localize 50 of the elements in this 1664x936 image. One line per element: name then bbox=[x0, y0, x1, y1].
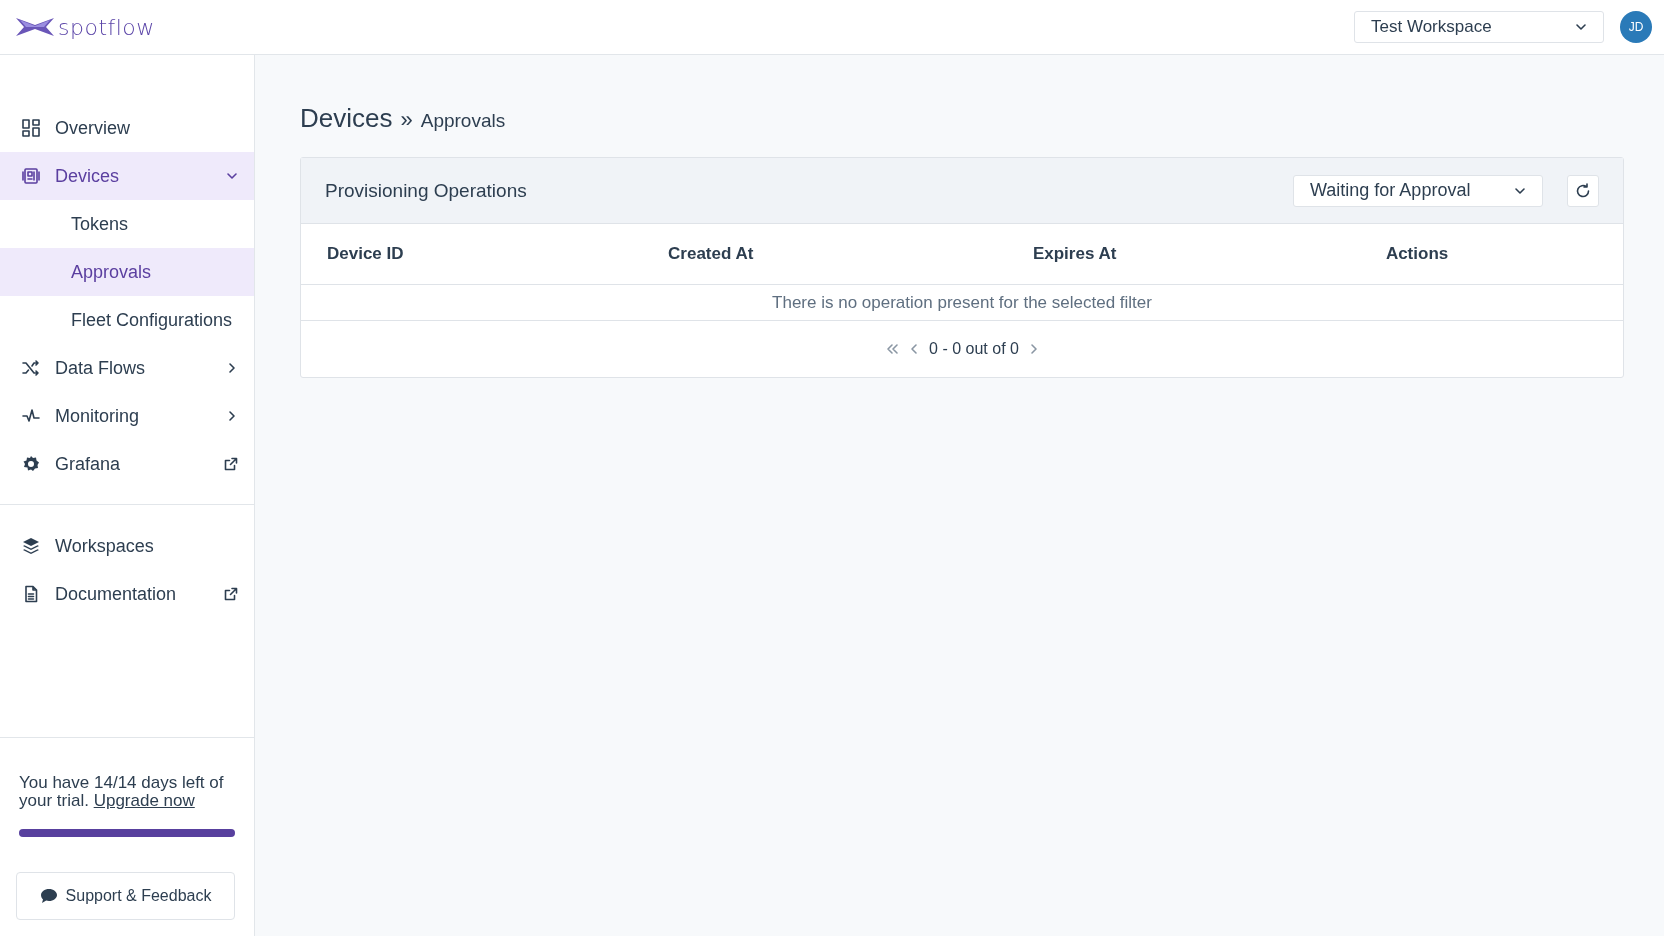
chevron-down-icon bbox=[1575, 21, 1587, 33]
previous-page-button[interactable] bbox=[909, 343, 920, 355]
chevron-right-icon bbox=[226, 362, 238, 374]
chevron-right-icon bbox=[1028, 343, 1039, 355]
external-link-icon bbox=[224, 587, 238, 601]
chevron-right-icon bbox=[226, 410, 238, 422]
trial-message: You have 14/14 days left of your trial. Upgrade now bbox=[19, 774, 225, 810]
sidebar-item[interactable]: Devices bbox=[0, 152, 254, 200]
next-page-button[interactable] bbox=[1028, 343, 1039, 355]
column-header: Expires At bbox=[1031, 244, 1118, 264]
page-title: Devices bbox=[300, 103, 393, 134]
sidebar-item[interactable]: Data Flows bbox=[0, 344, 254, 392]
column-header: Device ID bbox=[326, 244, 405, 264]
pulse-icon bbox=[22, 407, 40, 425]
workspace-dropdown[interactable]: Test Workspace bbox=[1354, 11, 1604, 43]
sidebar-item[interactable]: Overview bbox=[0, 104, 254, 152]
sidebar-subitem[interactable]: Approvals bbox=[0, 248, 254, 296]
column-header: Actions bbox=[1384, 244, 1450, 264]
upgrade-link[interactable]: Upgrade now bbox=[93, 791, 195, 810]
refresh-button[interactable] bbox=[1567, 174, 1599, 207]
layers-icon bbox=[22, 537, 40, 555]
pagination-info: 0 - 0 out of 0 bbox=[929, 340, 1019, 358]
card-title: Provisioning Operations bbox=[325, 179, 528, 202]
logo-text: spotflow bbox=[58, 14, 155, 40]
external-link-icon bbox=[224, 457, 238, 471]
sidebar-subitem[interactable]: Tokens bbox=[0, 200, 254, 248]
status-filter-dropdown[interactable]: Waiting for Approval bbox=[1293, 174, 1543, 207]
refresh-icon bbox=[1575, 182, 1591, 199]
sidebar-item[interactable]: Workspaces bbox=[0, 522, 254, 570]
empty-message: There is no operation present for the selected filter bbox=[301, 285, 1623, 321]
user-avatar[interactable]: JD bbox=[1620, 11, 1652, 43]
shuffle-icon bbox=[22, 359, 40, 377]
first-page-button[interactable] bbox=[885, 343, 900, 355]
document-icon bbox=[22, 585, 40, 603]
grid-icon bbox=[22, 119, 40, 137]
sidebar-item[interactable]: Documentation bbox=[0, 570, 254, 618]
logo-icon bbox=[16, 17, 54, 37]
column-header: Created At bbox=[667, 244, 755, 264]
chevron-down-icon bbox=[226, 170, 238, 182]
sidebar-item[interactable]: Grafana bbox=[0, 440, 254, 488]
gear-icon bbox=[22, 455, 40, 473]
chat-bubble-icon bbox=[39, 888, 58, 904]
breadcrumb-current: Approvals bbox=[420, 110, 506, 132]
chip-icon bbox=[22, 167, 40, 185]
sidebar-item[interactable]: Monitoring bbox=[0, 392, 254, 440]
double-chevron-left-icon bbox=[885, 343, 900, 355]
breadcrumb-separator: » bbox=[400, 107, 413, 133]
sidebar-subitem[interactable]: Fleet Configurations bbox=[0, 296, 254, 344]
chevron-left-icon bbox=[909, 343, 920, 355]
support-feedback-button[interactable]: Support & Feedback bbox=[16, 872, 235, 920]
